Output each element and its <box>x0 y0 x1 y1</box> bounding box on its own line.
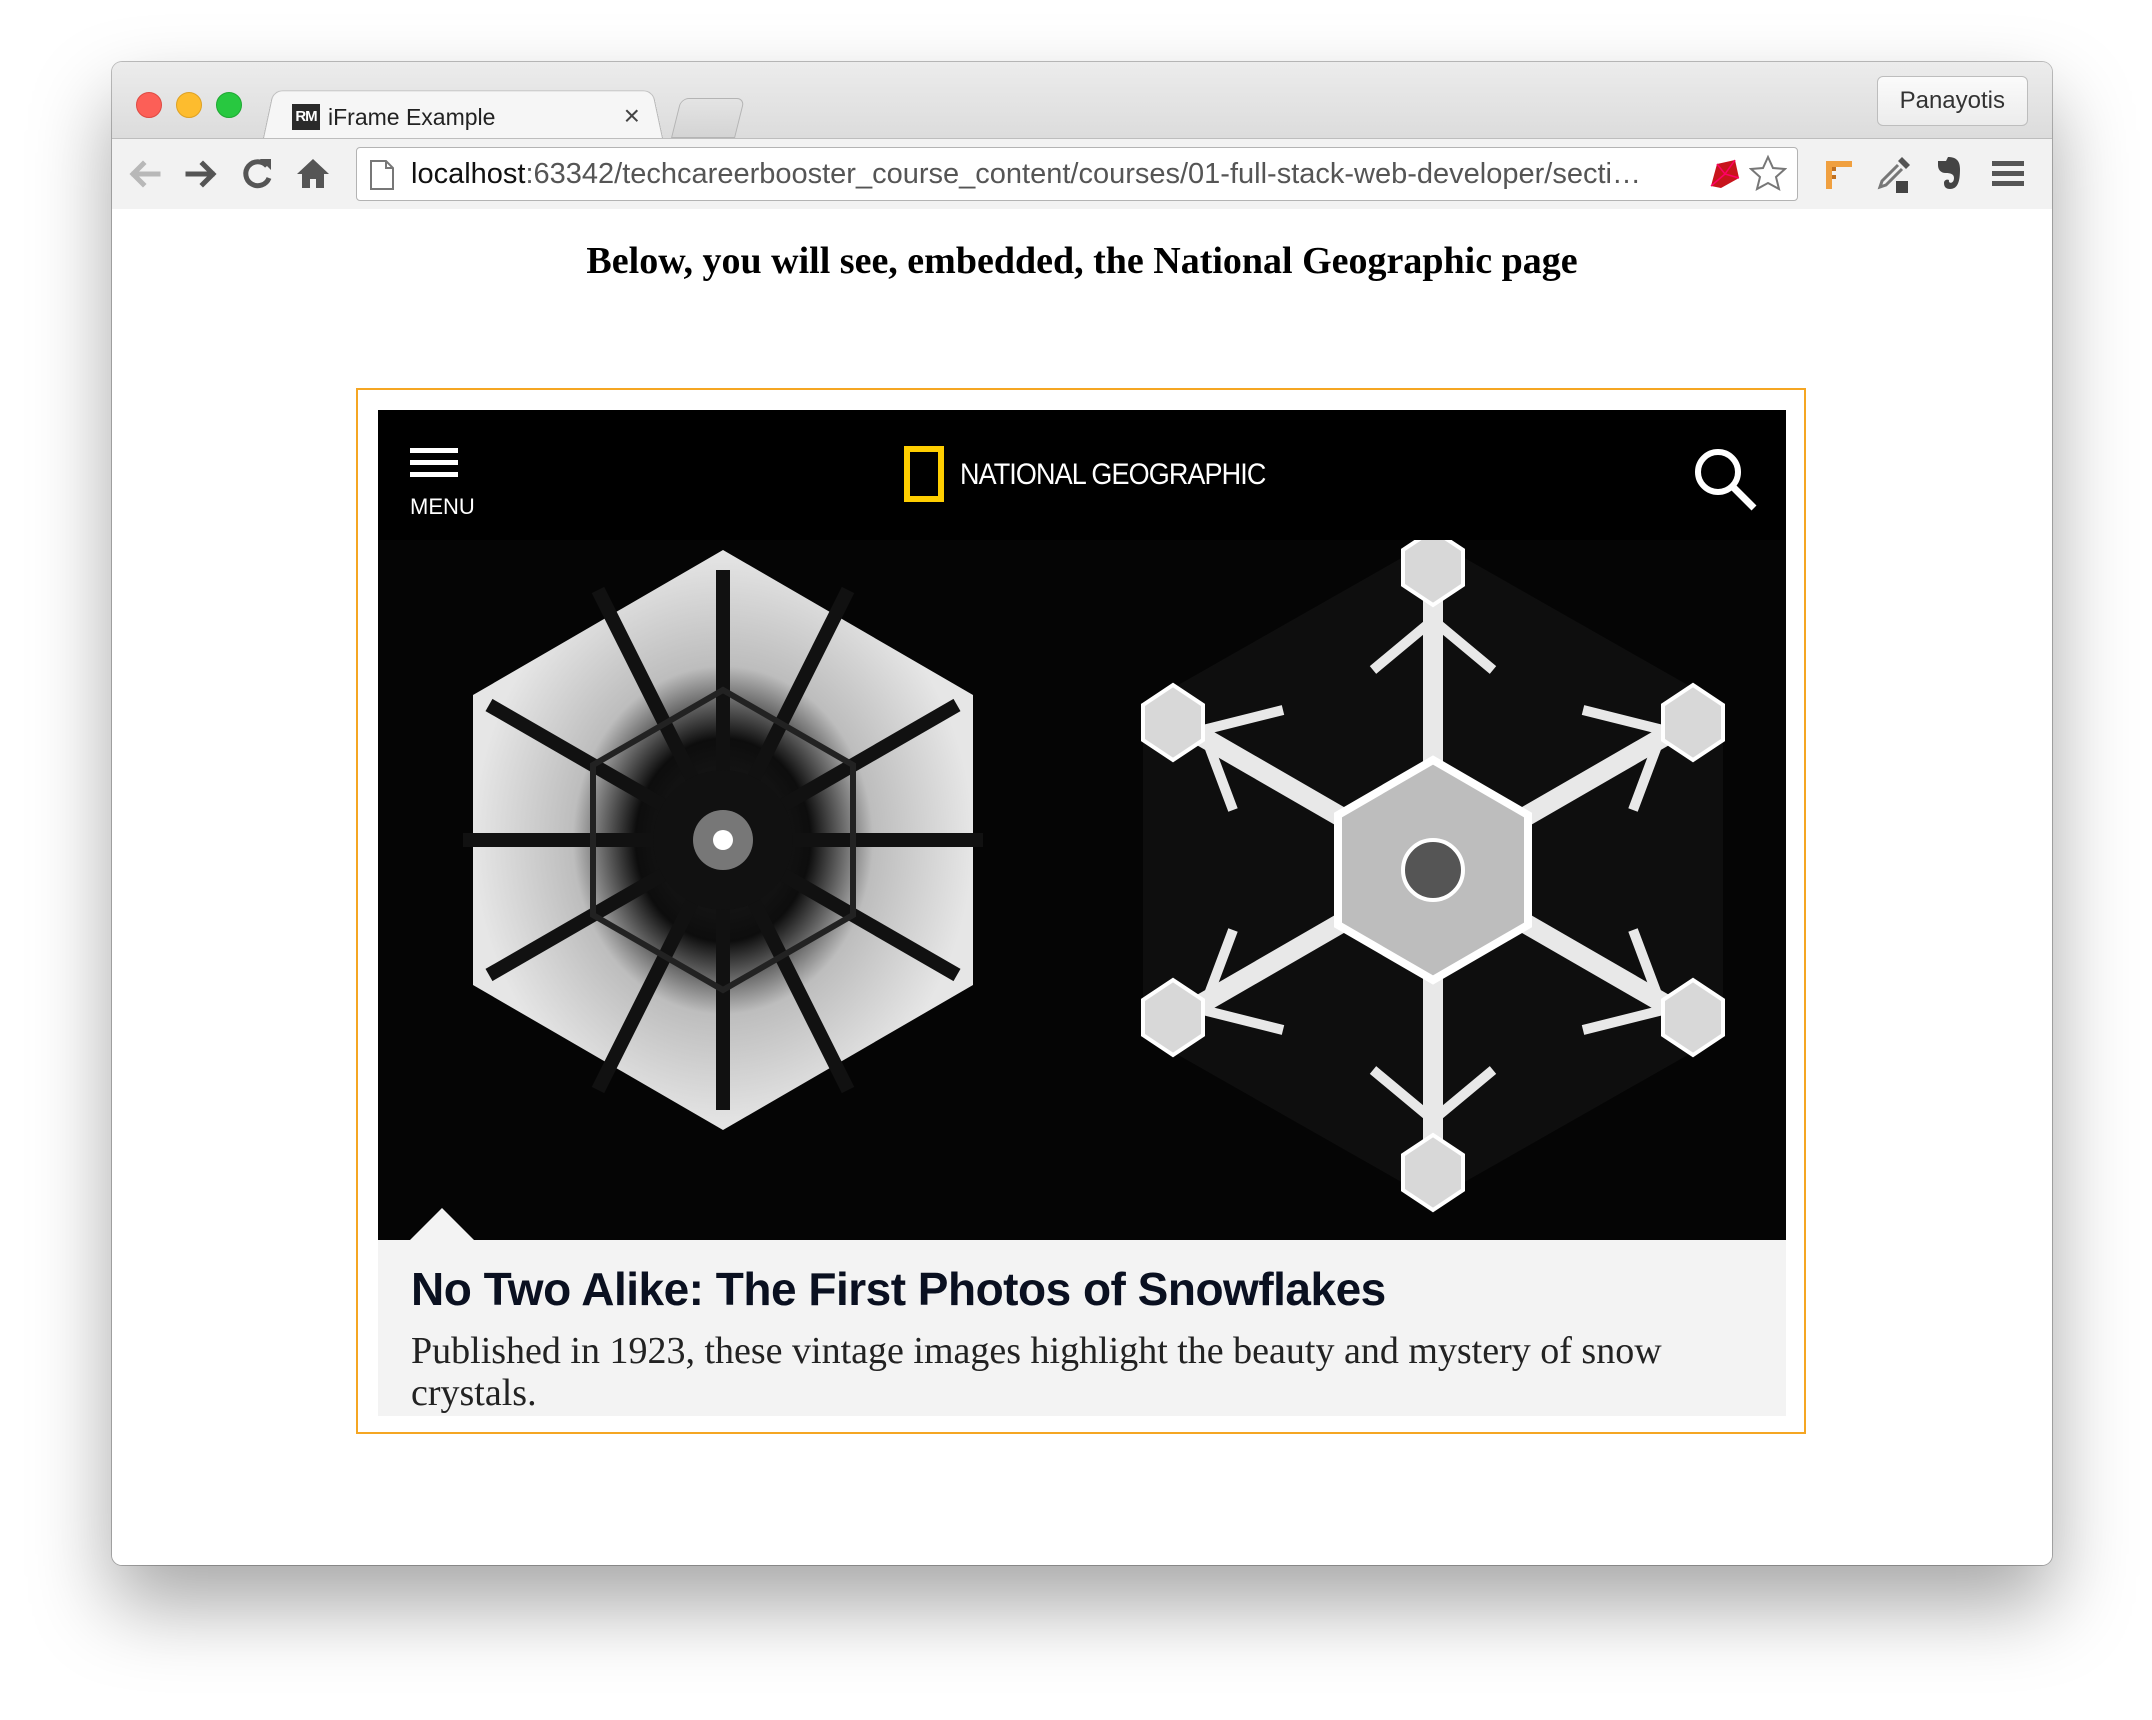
profile-button[interactable]: Panayotis <box>1876 76 2028 126</box>
right-snowflake <box>1141 540 1725 1213</box>
tab-title: iFrame Example <box>328 104 496 130</box>
brand-name: NATIONAL GEOGRAPHIC <box>960 458 1266 491</box>
eyedropper-icon[interactable] <box>1872 151 1916 195</box>
pencil-ruler-icon[interactable] <box>1818 151 1862 195</box>
ruby-icon[interactable] <box>1707 156 1743 192</box>
yellow-border-logo-icon <box>904 446 944 502</box>
page-content: Below, you will see, embedded, the Natio… <box>112 209 2052 1565</box>
tab-content: RM iFrame Example × <box>292 96 652 140</box>
article-subtitle: Published in 1923, these vintage images … <box>411 1330 1662 1414</box>
article-title[interactable]: No Two Alike: The First Photos of Snowfl… <box>411 1262 1386 1316</box>
snowflakes-photo <box>463 540 1725 1213</box>
search-icon[interactable] <box>1692 446 1758 512</box>
address-bar[interactable]: localhost:63342/techcareerbooster_course… <box>356 147 1798 201</box>
left-snowflake <box>463 550 983 1130</box>
page-icon <box>370 160 394 190</box>
menu-label: MENU <box>410 494 475 519</box>
tab-favicon-icon: RM <box>292 104 320 130</box>
tab-close-icon[interactable]: × <box>624 100 640 132</box>
hamburger-menu-icon[interactable] <box>1986 151 2030 195</box>
back-arrow-icon[interactable] <box>124 153 166 195</box>
minimize-window-button[interactable] <box>176 92 202 118</box>
natgeo-header: MENU NATIONAL GEOGRAPHIC <box>378 410 1786 540</box>
page-heading: Below, you will see, embedded, the Natio… <box>586 240 1578 282</box>
url-text[interactable]: localhost:63342/techcareerbooster_course… <box>411 158 1641 191</box>
menu-bar-icon <box>410 448 458 453</box>
url-host: localhost <box>411 158 526 190</box>
close-window-button[interactable] <box>136 92 162 118</box>
embedded-iframe[interactable]: MENU NATIONAL GEOGRAPHIC No Two Alike: T… <box>356 388 1806 1434</box>
menu-bar-icon <box>410 460 458 465</box>
menu-button[interactable]: MENU <box>410 448 475 519</box>
browser-window: RM iFrame Example × Panayotis localhost:… <box>112 62 2052 1565</box>
new-tab-button[interactable] <box>671 98 745 138</box>
star-icon[interactable] <box>1749 154 1787 192</box>
browser-toolbar: localhost:63342/techcareerbooster_course… <box>112 138 2052 210</box>
title-bar: RM iFrame Example × Panayotis <box>112 62 2052 143</box>
maximize-window-button[interactable] <box>216 92 242 118</box>
evernote-icon[interactable] <box>1926 151 1970 195</box>
caption-caret <box>410 1208 474 1240</box>
menu-bar-icon <box>410 472 458 477</box>
article-caption[interactable]: No Two Alike: The First Photos of Snowfl… <box>378 1208 1786 1416</box>
reload-icon[interactable] <box>236 153 278 195</box>
url-path: :63342/techcareerbooster_course_content/… <box>525 158 1641 190</box>
hero-image[interactable] <box>378 540 1786 1240</box>
home-icon[interactable] <box>292 153 334 195</box>
forward-arrow-icon[interactable] <box>180 153 222 195</box>
